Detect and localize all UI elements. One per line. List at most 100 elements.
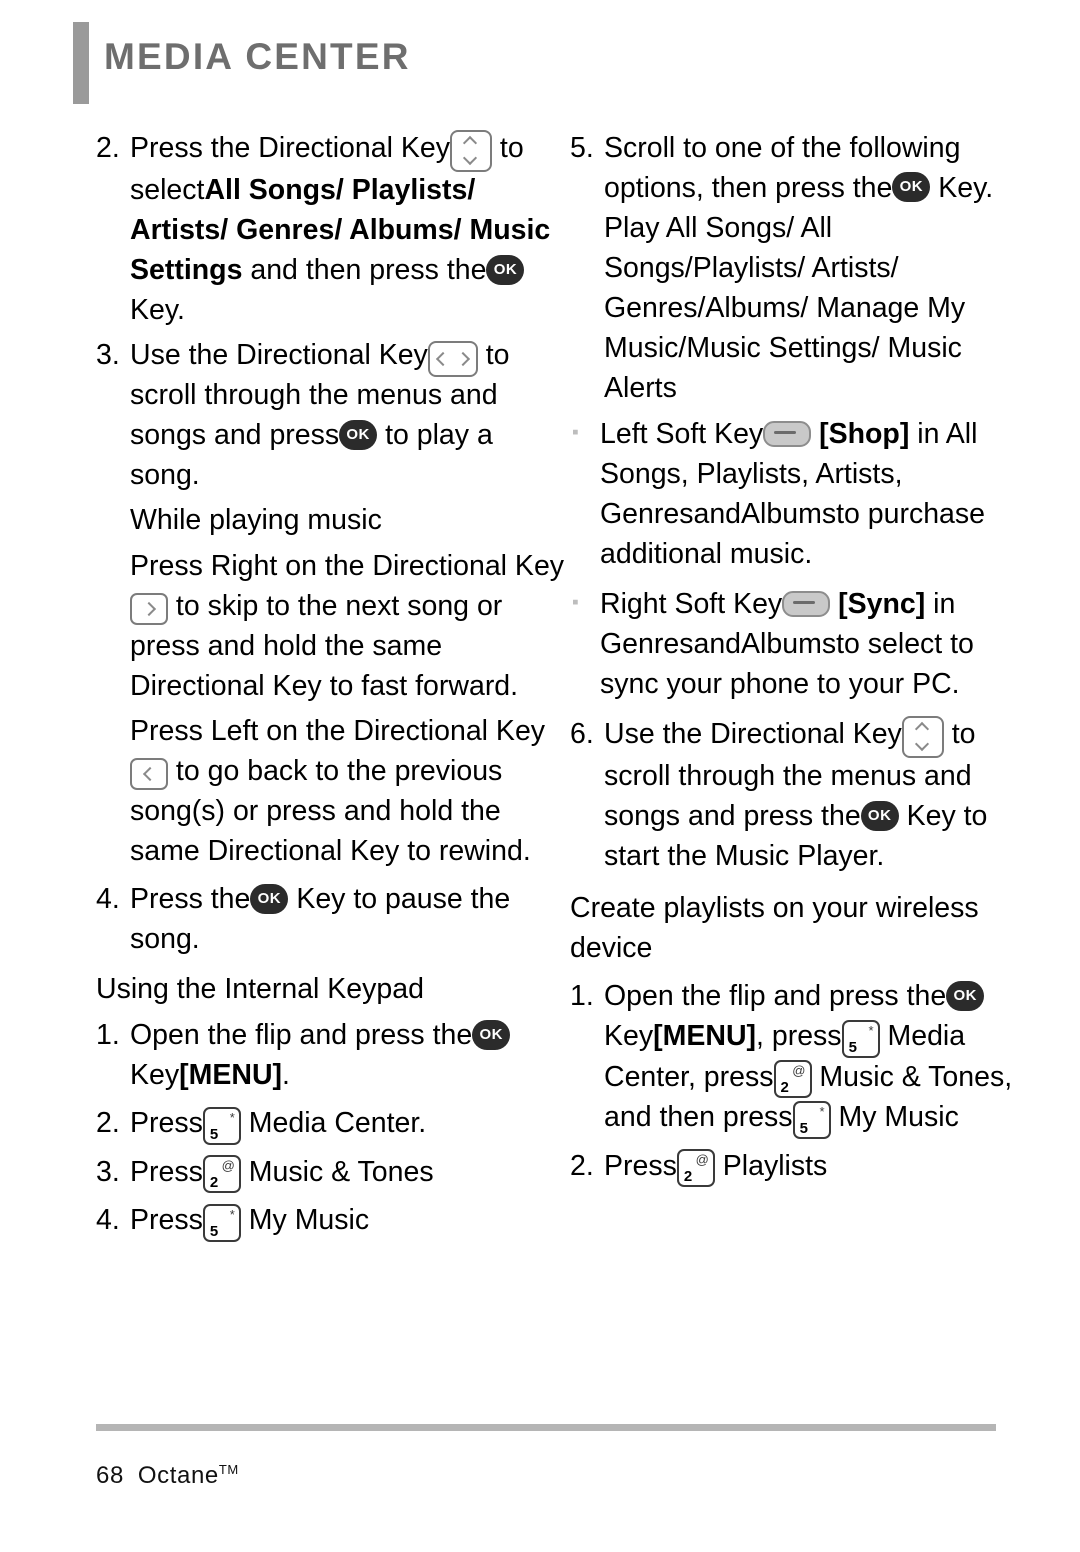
text-fragment: Key. [938,172,994,204]
text-fragment: Press [130,1107,203,1140]
text-fragment: Genres [600,628,694,660]
text-fragment: Media Center. [248,1107,427,1140]
list-item: 6. Use the Directional Key to scroll thr… [570,714,1020,876]
right-column: 5. Scroll to one of the following option… [570,128,1020,1191]
ok-key-icon: OK [250,883,289,914]
menu-path-bold: [Sync] [838,588,926,620]
list-item-number: 1. [96,1019,120,1052]
list-item-body: Press the OK Key to pause the song. [130,879,566,959]
list-item: 2. Press the Directional Key to selectAl… [96,128,566,330]
text-fragment: Press Right on the Directional Key [130,550,565,583]
text-fragment: Open the flip and press the [604,980,947,1013]
text-fragment: , press [756,1020,842,1053]
keypad-key-2-superscript: @ [695,1152,709,1168]
text-fragment: Key [604,1020,654,1053]
ok-key-icon: OK [472,1019,511,1050]
trademark-symbol: TM [218,1462,239,1477]
menu-path-bold: [MENU] [179,1059,283,1092]
list-item-body: Press 5 * My Music [130,1200,566,1242]
text-fragment: My Music [838,1101,959,1134]
list-item: 1. Open the flip and press the OK Key[MEN… [96,1015,566,1095]
text-fragment: Press the Directional Key [130,132,450,164]
text-fragment: Press the [130,883,251,916]
list-item-number: 4. [96,1204,120,1237]
list-item-body: Press 5 * Media Center. [130,1103,566,1145]
subheading-while-playing-music: While playing music [130,504,382,537]
list-item: 2. Press 2 @ Playlists [570,1146,1020,1188]
keypad-key-2-superscript: @ [792,1063,806,1079]
keypad-key-2-label: 2 [780,1079,789,1097]
page-number: 68 [96,1462,124,1489]
subheading-using-internal-keypad: Using the Internal Keypad [96,973,424,1006]
text-fragment: and [693,498,742,530]
keypad-key-5-icon: 5 * [202,1106,241,1145]
keypad-key-5-superscript: * [229,1206,235,1222]
text-fragment: in [917,418,940,450]
list-item: 5. Scroll to one of the following option… [570,128,1020,408]
device-name: Octane [137,1462,219,1489]
text-fragment: Press [130,1204,203,1237]
list-item-number: 1. [570,980,594,1013]
list-item-body: Press the Directional Key to selectAll S… [130,128,566,330]
text-fragment: Press Left on the Directional Key [130,715,546,748]
keypad-key-5-superscript: * [868,1022,874,1038]
footer-divider [96,1424,996,1431]
text-fragment: . [282,1059,290,1092]
directional-key-right-icon [130,592,168,625]
list-item-number: 6. [570,718,594,750]
list-item-body: Press 2 @ Music & Tones [130,1152,566,1194]
text-fragment: Open the flip and press the [130,1019,473,1052]
keypad-key-2-icon: 2 @ [773,1060,812,1099]
list-item-number: 2. [96,132,120,164]
list-item: 3. Use the Directional Key to scroll thr… [96,335,566,495]
manual-page: MEDIA CENTER 2. Press the Directional Ke… [0,0,1080,1552]
ok-key-icon: OK [860,800,899,831]
keypad-key-5-label: 5 [209,1125,219,1143]
bullet-body: Right Soft Key [Sync] in GenresandAlbums… [600,584,1020,704]
keypad-key-5-icon: 5 * [841,1019,880,1058]
list-item-number: 3. [96,339,120,372]
text-fragment: Albums [741,498,837,530]
bullet-item-left-soft-key: ▪ Left Soft Key [Shop] in All Songs, Pla… [570,414,1020,574]
list-item-body: Use the Directional Key to scroll throug… [130,335,566,495]
text-fragment: Press [130,1155,203,1188]
keypad-key-2-icon: 2 @ [676,1149,715,1188]
list-item-body: Open the flip and press the OK Key[MENU]. [130,1015,566,1095]
text-fragment: Music & Tones [248,1155,434,1188]
text-fragment: Left Soft Key [600,418,764,450]
menu-path-bold: [Shop] [819,418,910,450]
right-soft-key-icon [782,591,831,618]
paragraph-press-right: Press Right on the Directional Key to sk… [130,546,566,706]
header-accent-bar [73,22,89,104]
keypad-key-2-superscript: @ [221,1158,235,1174]
ok-key-icon: OK [892,172,931,203]
text-fragment: Right Soft Key [600,588,783,620]
list-item-body: Use the Directional Key to scroll throug… [604,714,1020,876]
text-fragment: to go back to the previous song(s) or pr… [130,755,531,868]
list-item-body: Open the flip and press the OK Key[MENU],… [604,976,1020,1139]
left-soft-key-icon [763,421,812,448]
bullet-marker-icon: ▪ [572,422,579,443]
keypad-key-5-label: 5 [799,1119,808,1137]
keypad-key-5-icon: 5 * [202,1203,241,1242]
text-fragment: Key. [130,294,185,327]
text-fragment: to skip to the next song or press and ho… [130,590,519,703]
subheading-create-playlists: Create playlists on your wireless device [570,892,979,965]
list-item-body: Press 2 @ Playlists [604,1146,1020,1188]
list-item-number: 2. [570,1149,594,1182]
list-item-number: 4. [96,883,120,916]
keypad-key-5-superscript: * [229,1109,235,1125]
text-fragment: My Music [248,1204,370,1237]
keypad-key-5-label: 5 [848,1038,857,1056]
text-fragment: and then press the [250,254,487,287]
bullet-body: Left Soft Key [Shop] in All Songs, Playl… [600,414,1020,574]
keypad-key-5-label: 5 [209,1222,219,1240]
directional-key-up-down-icon [449,130,492,173]
text-fragment: Use the Directional Key [604,718,902,750]
list-item: 2. Press 5 * Media Center. [96,1103,566,1145]
ok-key-icon: OK [486,254,525,285]
keypad-key-5-superscript: * [819,1103,825,1119]
page-header: MEDIA CENTER [0,0,1080,120]
list-item-number: 3. [96,1155,120,1188]
footer: 68 OctaneTM [96,1462,239,1490]
